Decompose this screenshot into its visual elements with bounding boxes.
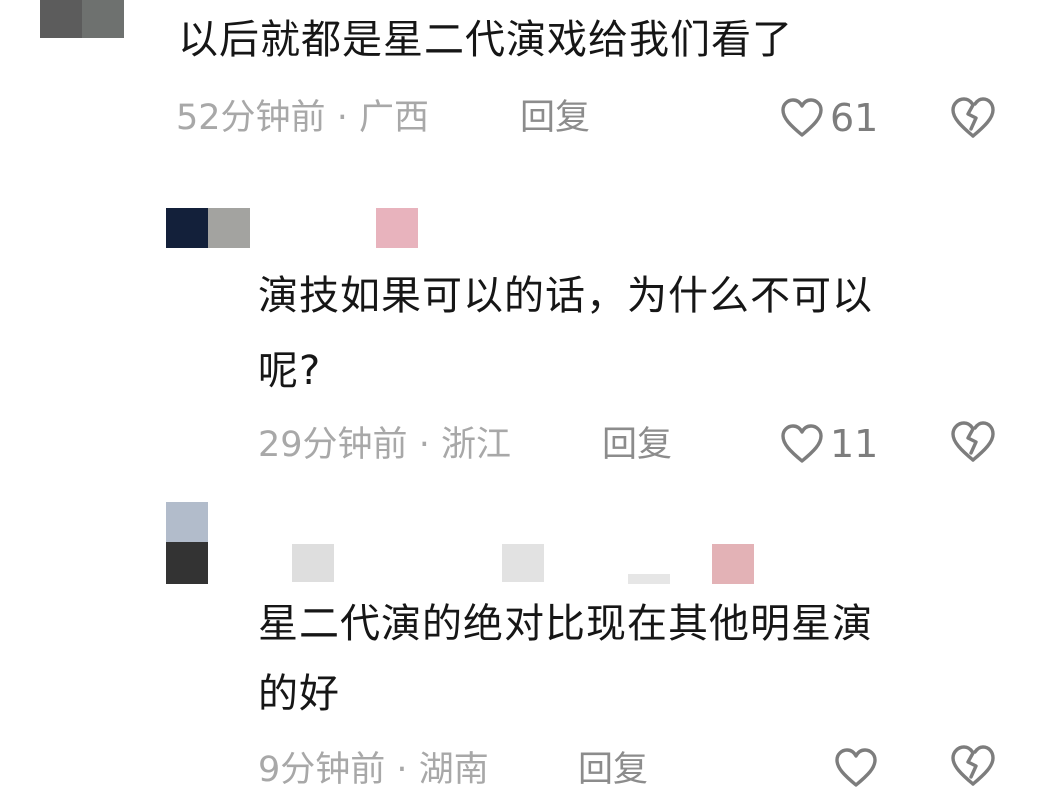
comment-text-line-1: 演技如果可以的话，为什么不可以 xyxy=(258,273,873,319)
dislike-button[interactable] xyxy=(950,420,996,464)
username-mosaic-2 xyxy=(376,208,418,248)
comment-location: 浙江 xyxy=(440,425,511,465)
comment-text-line-1: 星二代演的绝对比现在其他明星演 xyxy=(258,601,873,647)
comment-time: 29分钟前 xyxy=(258,425,408,465)
username-mosaic-3b xyxy=(502,544,544,582)
dislike-button[interactable] xyxy=(950,744,996,788)
heart-outline-icon xyxy=(834,747,878,789)
like-count: 11 xyxy=(830,422,879,466)
like-button[interactable]: 61 xyxy=(780,96,878,140)
comment-location: 湖南 xyxy=(418,750,489,790)
avatar-mosaic-2 xyxy=(166,208,208,248)
comment-meta: 52分钟前 · 广西 xyxy=(176,98,429,138)
like-count: 61 xyxy=(830,96,879,140)
meta-dot: · xyxy=(336,98,348,138)
reply-button[interactable]: 回复 xyxy=(602,425,672,465)
reply-button[interactable]: 回复 xyxy=(520,98,590,138)
username-mosaic-3d xyxy=(712,544,754,584)
avatar-mosaic-1b xyxy=(82,0,124,38)
meta-dot: · xyxy=(396,750,408,790)
avatar-mosaic-1 xyxy=(40,0,82,38)
meta-dot: · xyxy=(418,425,430,465)
comment-time: 9分钟前 xyxy=(258,750,386,790)
broken-heart-icon xyxy=(951,745,995,786)
avatar-mosaic-3b xyxy=(166,542,208,584)
broken-heart-icon xyxy=(951,97,995,138)
broken-heart-icon xyxy=(951,421,995,462)
username-mosaic-3c xyxy=(628,574,670,584)
heart-outline-icon xyxy=(780,97,824,139)
heart-outline-icon xyxy=(780,423,824,465)
comment-text-line-2: 的好 xyxy=(258,671,340,717)
comment-text-line-2: 呢? xyxy=(258,348,322,394)
avatar-mosaic-2b xyxy=(208,208,250,248)
comment-time: 52分钟前 xyxy=(176,98,326,138)
comment-text: 以后就都是星二代演戏给我们看了 xyxy=(178,17,793,63)
comment-location: 广西 xyxy=(358,98,429,138)
reply-button[interactable]: 回复 xyxy=(578,750,648,790)
like-button[interactable] xyxy=(834,746,884,790)
dislike-button[interactable] xyxy=(950,96,996,140)
comment-meta: 29分钟前 · 浙江 xyxy=(258,425,511,465)
comment-meta: 9分钟前 · 湖南 xyxy=(258,750,489,790)
avatar-mosaic-3 xyxy=(166,502,208,542)
username-mosaic-3a xyxy=(292,544,334,582)
like-button[interactable]: 11 xyxy=(780,422,878,466)
